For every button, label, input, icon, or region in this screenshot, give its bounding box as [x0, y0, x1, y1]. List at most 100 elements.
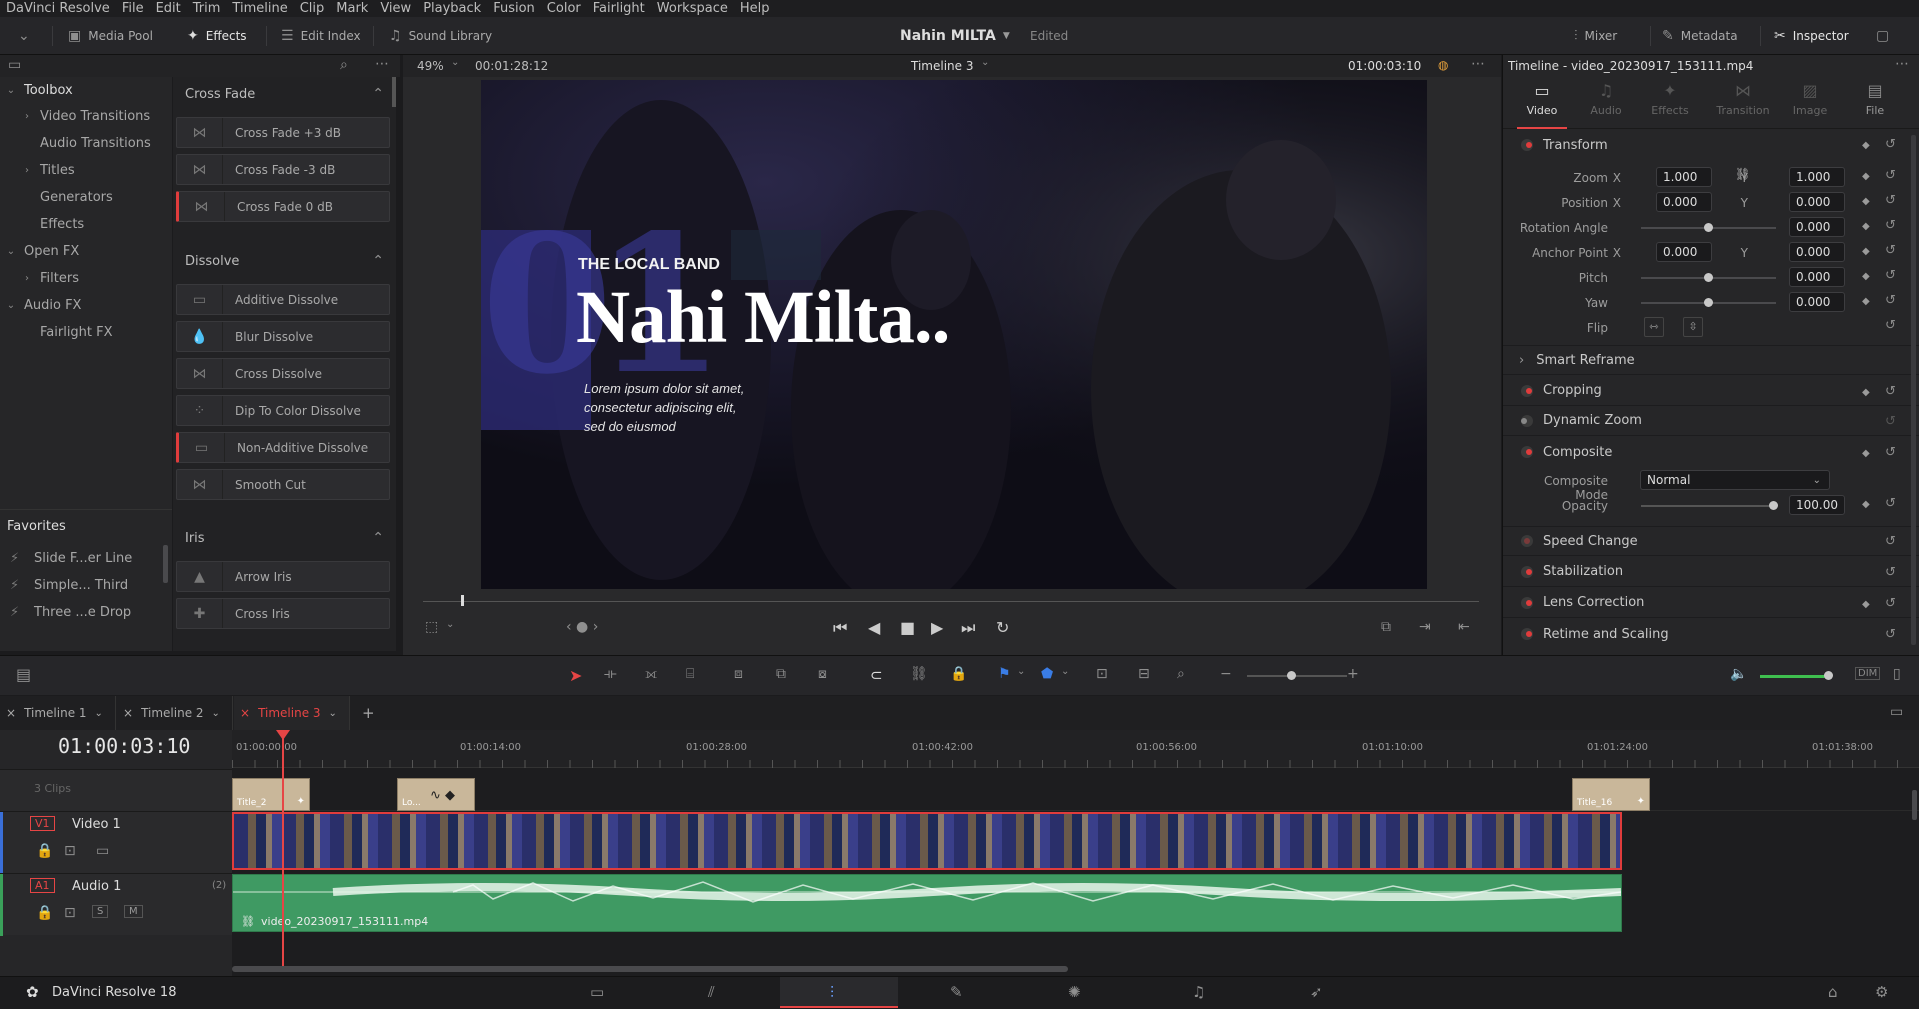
reset-icon[interactable]: ↺ [1885, 565, 1896, 580]
more-options-icon[interactable]: ⋯ [1471, 57, 1485, 71]
flip-horizontal-icon[interactable]: ⇿ [1644, 317, 1664, 337]
gear-icon[interactable]: ⚙ [1875, 985, 1888, 1000]
scrubber-track[interactable] [423, 601, 1479, 602]
auto-select-icon[interactable]: ⊡ [64, 844, 76, 858]
yaw-slider-knob[interactable] [1704, 298, 1713, 307]
project-title[interactable]: Nahin MILTA ▼ [900, 17, 1010, 55]
match-frame-icon[interactable]: ⧉ [1381, 620, 1391, 634]
position-x-field[interactable]: 0.000 [1656, 192, 1712, 212]
snapping-icon[interactable]: ⊂ [870, 666, 883, 684]
opacity-field[interactable]: 100.00 [1789, 495, 1845, 515]
keyframe-icon[interactable]: ◆ [1862, 246, 1870, 257]
close-icon[interactable]: × [6, 706, 16, 720]
effect-item[interactable]: ⋈ Smooth Cut [176, 469, 390, 500]
mute-button[interactable]: M [124, 905, 143, 918]
timeline-selector[interactable]: Timeline 3 [911, 59, 973, 73]
flip-vertical-icon[interactable]: ⇳ [1683, 317, 1703, 337]
zoom-x-field[interactable]: 1.000 [1656, 167, 1712, 187]
toolbox-item-video-transitions[interactable]: › Video Transitions [20, 103, 150, 129]
playhead-handle[interactable] [276, 730, 290, 740]
menu-fairlight[interactable]: Fairlight [593, 1, 645, 16]
volume-knob[interactable] [1824, 671, 1833, 680]
mixer-button[interactable]: ⫶ Mixer [1574, 17, 1617, 55]
skip-to-end-icon[interactable]: ⏭ [961, 618, 975, 638]
enable-toggle[interactable] [1521, 139, 1533, 151]
replace-clip-icon[interactable]: ⧇ [818, 667, 827, 681]
toolbox-item-audio-fx[interactable]: ⌄ Audio FX [4, 292, 82, 318]
menu-view[interactable]: View [380, 1, 411, 16]
timeline-zoom-slider[interactable] [1247, 675, 1347, 677]
more-options-icon[interactable]: ⋯ [375, 57, 389, 71]
color-page-icon[interactable]: ✺ [1068, 985, 1081, 1000]
lock-icon[interactable]: 🔒 [36, 844, 53, 858]
trim-tool-icon[interactable]: ⟛ [604, 667, 617, 681]
media-page-icon[interactable]: ▭ [590, 985, 604, 1000]
jog-control-icon[interactable]: ‹ ● › [566, 620, 598, 634]
reset-icon[interactable]: ↺ [1885, 445, 1896, 460]
toolbox-root[interactable]: ⌄ Toolbox [4, 77, 73, 103]
tab-video[interactable]: ▭ Video [1517, 77, 1567, 129]
opacity-slider[interactable] [1641, 505, 1776, 507]
selection-tool-icon[interactable]: ➤ [569, 666, 582, 685]
effect-item[interactable]: ⋈ Cross Fade -3 dB [176, 154, 390, 185]
reset-icon[interactable]: ↺ [1885, 414, 1896, 429]
keyframe-icon[interactable]: ◆ [1862, 448, 1870, 459]
zoom-y-field[interactable]: 1.000 [1789, 167, 1845, 187]
enable-toggle[interactable] [1521, 535, 1533, 547]
chevron-down-icon[interactable]: ⌄ [451, 58, 459, 68]
zoom-out-icon[interactable]: − [1220, 667, 1232, 681]
effect-item[interactable]: ✚ Cross Iris [176, 598, 390, 629]
inspector-scrollbar[interactable] [1911, 135, 1916, 645]
viewer-mode-icon[interactable]: ⬚ [425, 620, 438, 634]
chevron-down-icon[interactable]: ⌄ [1017, 667, 1025, 677]
title-clip[interactable]: Title_16 ✦ [1572, 778, 1650, 811]
skip-to-start-icon[interactable]: ⏮ [833, 618, 847, 638]
close-icon[interactable]: × [240, 706, 250, 720]
playhead[interactable] [282, 738, 284, 968]
effect-item[interactable]: ▲ Arrow Iris [176, 561, 390, 592]
linked-selection-icon[interactable]: ⛓ [910, 667, 928, 681]
track-name[interactable]: Video 1 [72, 817, 121, 832]
timeline-ruler[interactable]: 01:00:00:00 01:00:14:00 01:00:28:00 01:0… [232, 730, 1919, 768]
chevron-down-icon[interactable]: ⌄ [1061, 667, 1069, 677]
video-frame[interactable]: 01 THE LOCAL BAND Nahi Milta.. Lorem ips… [481, 80, 1427, 589]
anchor-y-field[interactable]: 0.000 [1789, 242, 1845, 262]
reset-icon[interactable]: ↺ [1885, 534, 1896, 549]
enable-toggle[interactable] [1521, 628, 1533, 640]
search-icon[interactable]: ⌕ [340, 58, 348, 72]
toolbox-item-generators[interactable]: Generators [40, 184, 113, 210]
sidebar-toggle-icon[interactable]: ▭ [8, 58, 21, 72]
reset-icon[interactable]: ↺ [1885, 627, 1896, 642]
toolbox-item-filters[interactable]: › Filters [20, 265, 79, 291]
timeline-zoom-knob[interactable] [1287, 671, 1296, 680]
volume-slider[interactable] [1760, 675, 1830, 678]
toolbox-item-titles[interactable]: › Titles [20, 157, 75, 183]
loop-icon[interactable]: ↻ [996, 618, 1009, 637]
edit-index-button[interactable]: ☰ Edit Index [281, 17, 361, 55]
reset-icon[interactable]: ↺ [1885, 318, 1896, 333]
keyframe-icon[interactable]: ◆ [1862, 271, 1870, 282]
reset-icon[interactable]: ↺ [1885, 243, 1896, 258]
audio-meter-icon[interactable]: ▯ [1893, 667, 1901, 681]
more-options-icon[interactable]: ⋯ [1895, 57, 1909, 71]
keyframe-icon[interactable]: ◆ [1862, 387, 1870, 398]
reset-icon[interactable]: ↺ [1885, 218, 1896, 233]
menu-app[interactable]: DaVinci Resolve [6, 1, 110, 16]
reset-icon[interactable]: ↺ [1885, 193, 1896, 208]
menu-trim[interactable]: Trim [193, 1, 221, 16]
effects-button[interactable]: ✦ Effects [187, 17, 247, 55]
keyframe-icon[interactable]: ◆ [1862, 499, 1870, 510]
effect-item[interactable]: ▭ Non-Additive Dissolve [176, 432, 390, 463]
favorites-scrollbar[interactable] [163, 545, 168, 583]
favorite-item[interactable]: ⚡ Slide F...er Line [10, 545, 132, 571]
effect-item[interactable]: ⁘ Dip To Color Dissolve [176, 395, 390, 426]
flag-icon[interactable]: ⚑ [998, 666, 1011, 682]
speaker-icon[interactable]: 🔈 [1730, 666, 1747, 682]
timeline-view-options-icon[interactable]: ▤ [16, 667, 31, 683]
next-edit-icon[interactable]: ⇥ [1419, 620, 1431, 634]
panel-toggle-button[interactable]: ⌄ [18, 17, 30, 55]
section-speed-change[interactable]: Speed Change [1503, 526, 1919, 556]
toolbox-item-open-fx[interactable]: ⌄ Open FX [4, 238, 79, 264]
menu-workspace[interactable]: Workspace [657, 1, 728, 16]
pitch-field[interactable]: 0.000 [1789, 267, 1845, 287]
